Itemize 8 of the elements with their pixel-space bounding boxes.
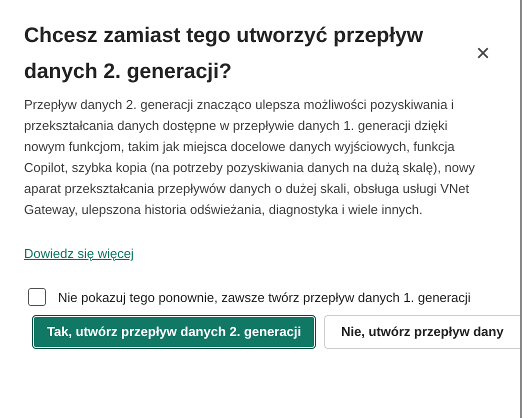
decline-button[interactable]: Nie, utwórz przepływ dany <box>324 315 520 348</box>
dialog-title: Chcesz zamiast tego utworzyć przepływ danych 2. generacji? <box>24 23 424 85</box>
confirm-button[interactable]: Tak, utwórz przepływ danych 2. generacji <box>32 315 316 348</box>
close-button[interactable]: × <box>472 42 494 66</box>
checkbox[interactable] <box>28 288 46 306</box>
learn-more-link[interactable]: Dowiedz się więcej <box>24 244 134 264</box>
dialog-description: Przepływ danych 2. generacji znacząco ulepsza możliwości pozyskiwania i przekształcania danych dostępne w przepływie danych 1. generacji dzięki nowym funkcjom, takim jak miejsca docelowe danych wyjściowych, funkcja Copilot, szybka kopia (na potrzeby pozyskiwania danych na dużą skalę), nowy aparat przekształcania przepływów danych o dużej skali, obsługa usługi VNet Gateway, ulepszona historia odświeżania, diagnostyka i wiele innych. <box>24 96 476 219</box>
checkbox-label: Nie pokazuj tego ponownie, zawsze twórz przepływ danych 1. generacji <box>58 288 471 307</box>
